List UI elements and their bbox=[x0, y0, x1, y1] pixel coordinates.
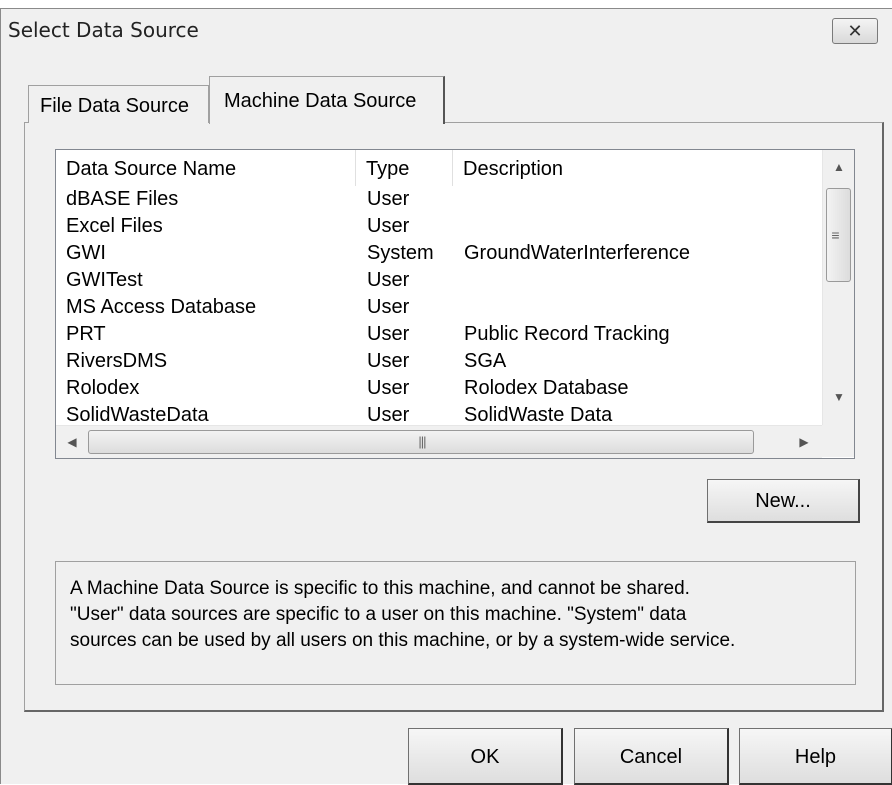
title-bar: Select Data Source ✕ bbox=[1, 9, 892, 53]
data-source-type: User bbox=[367, 269, 410, 291]
scroll-left-arrow-icon[interactable]: ◀ bbox=[60, 426, 84, 458]
data-source-description: Rolodex Database bbox=[464, 377, 629, 399]
info-box: A Machine Data Source is specific to thi… bbox=[55, 561, 856, 685]
select-data-source-dialog: Select Data Source ✕ File Data Source Ma… bbox=[0, 8, 892, 785]
data-source-type: User bbox=[367, 404, 410, 426]
horizontal-scrollbar[interactable]: ◀ ||| ▶ bbox=[56, 425, 822, 458]
data-source-type: System bbox=[367, 242, 434, 264]
list-item[interactable]: dBASE Files User bbox=[56, 188, 822, 215]
data-source-name: GWI bbox=[66, 242, 106, 264]
vertical-scrollbar[interactable]: ▲ ≡ ▼ bbox=[822, 150, 854, 425]
list-item[interactable]: MS Access Database User bbox=[56, 296, 822, 323]
scroll-right-arrow-icon[interactable]: ▶ bbox=[789, 426, 819, 458]
info-text: A Machine Data Source is specific to thi… bbox=[70, 578, 736, 651]
tab-machine-data-source[interactable]: Machine Data Source bbox=[209, 76, 445, 124]
data-source-name: MS Access Database bbox=[66, 296, 257, 318]
grip-icon: ||| bbox=[418, 434, 426, 449]
data-source-type: User bbox=[367, 377, 410, 399]
close-button[interactable]: ✕ bbox=[832, 18, 878, 44]
data-source-type: User bbox=[367, 323, 410, 345]
data-source-name: dBASE Files bbox=[66, 188, 179, 210]
column-header-name[interactable]: Data Source Name bbox=[56, 150, 356, 186]
close-icon: ✕ bbox=[847, 21, 863, 41]
data-source-description: SolidWaste Data bbox=[464, 404, 613, 426]
data-source-name: RiversDMS bbox=[66, 350, 168, 372]
data-source-type: User bbox=[367, 350, 410, 372]
data-source-name: SolidWasteData bbox=[66, 404, 209, 426]
dialog-title: Select Data Source bbox=[8, 18, 199, 42]
data-source-name: Rolodex bbox=[66, 377, 140, 399]
data-source-name: GWITest bbox=[66, 269, 143, 291]
help-button[interactable]: Help bbox=[739, 728, 892, 785]
data-source-description: Public Record Tracking bbox=[464, 323, 670, 345]
list-item[interactable]: GWITest User bbox=[56, 269, 822, 296]
data-source-list[interactable]: Data Source Name Type Description dBASE … bbox=[55, 149, 855, 459]
data-source-description: SGA bbox=[464, 350, 507, 372]
scrollbar-corner bbox=[822, 425, 854, 457]
ok-button[interactable]: OK bbox=[408, 728, 563, 785]
list-item[interactable]: Excel Files User bbox=[56, 215, 822, 242]
column-header-description[interactable]: Description bbox=[453, 150, 823, 186]
data-source-description: GroundWaterInterference bbox=[464, 242, 691, 264]
list-item[interactable]: Rolodex User Rolodex Database bbox=[56, 377, 822, 404]
tab-file-data-source[interactable]: File Data Source bbox=[28, 85, 209, 123]
data-source-type: User bbox=[367, 215, 410, 237]
list-item[interactable]: GWI System GroundWaterInterference bbox=[56, 242, 822, 269]
new-button[interactable]: New... bbox=[707, 479, 860, 523]
data-source-type: User bbox=[367, 188, 410, 210]
data-source-name: Excel Files bbox=[66, 215, 163, 237]
list-item[interactable]: PRT User Public Record Tracking bbox=[56, 323, 822, 350]
grip-icon: ≡ bbox=[831, 227, 840, 243]
list-item[interactable]: RiversDMS User SGA bbox=[56, 350, 822, 377]
data-source-name: PRT bbox=[66, 323, 106, 345]
scroll-up-arrow-icon[interactable]: ▲ bbox=[823, 152, 854, 182]
cancel-button[interactable]: Cancel bbox=[574, 728, 729, 785]
scroll-down-arrow-icon[interactable]: ▼ bbox=[823, 382, 854, 412]
horizontal-scroll-thumb[interactable]: ||| bbox=[88, 430, 754, 454]
column-header-type[interactable]: Type bbox=[356, 150, 453, 186]
data-source-type: User bbox=[367, 296, 410, 318]
